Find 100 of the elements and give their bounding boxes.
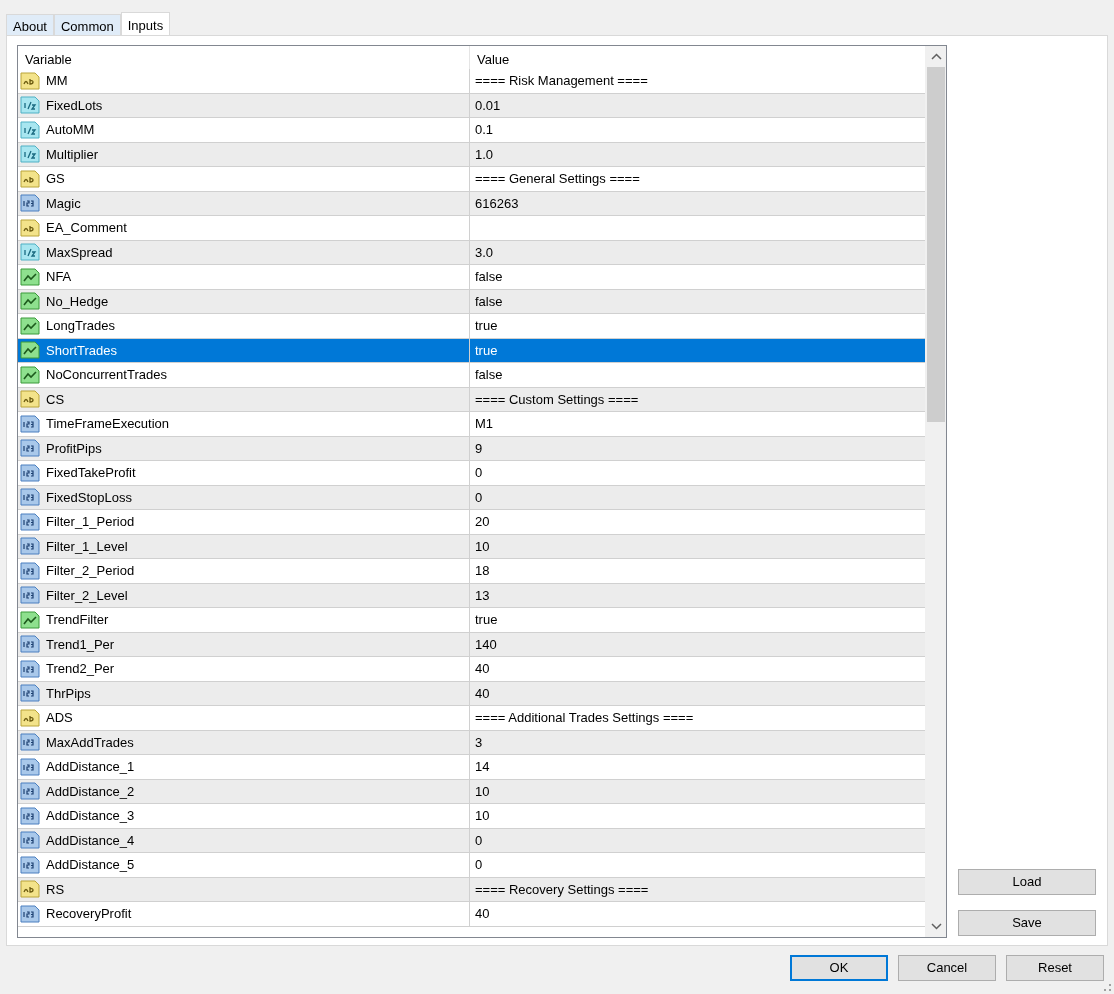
type-icon xyxy=(20,95,40,116)
variable-value: 0 xyxy=(475,831,483,850)
table-row[interactable]: AddDistance_5 0 xyxy=(18,853,925,878)
variable-value: 9 xyxy=(475,439,483,458)
table-row[interactable]: NFA false xyxy=(18,265,925,290)
type-icon xyxy=(20,854,40,875)
variable-name: Filter_2_Period xyxy=(46,562,135,580)
type-icon xyxy=(20,830,40,851)
table-row[interactable]: AddDistance_3 10 xyxy=(18,804,925,829)
variable-value: true xyxy=(475,611,498,629)
type-icon xyxy=(20,732,40,753)
type-icon xyxy=(20,70,40,91)
side-button[interactable]: Load xyxy=(958,869,1096,895)
table-row[interactable]: TimeFrameExecution M1 xyxy=(18,412,925,437)
variable-name: FixedStopLoss xyxy=(46,488,132,507)
table-row[interactable]: RecoveryProfit 40 xyxy=(18,902,925,927)
table-row[interactable]: TrendFilter true xyxy=(18,608,925,633)
table-row[interactable]: Filter_2_Period 18 xyxy=(18,559,925,584)
table-row[interactable]: AutoMM 0.1 xyxy=(18,118,925,143)
table-row[interactable]: EA_Comment xyxy=(18,216,925,241)
variable-value: 40 xyxy=(475,660,490,678)
variable-value: 0.01 xyxy=(475,96,501,115)
type-icon xyxy=(20,389,40,410)
variable-value: false xyxy=(475,366,503,384)
type-icon xyxy=(20,634,40,655)
table-row[interactable]: Filter_2_Level 13 xyxy=(18,583,925,608)
table-row[interactable]: No_Hedge false xyxy=(18,289,925,314)
type-icon xyxy=(20,193,40,214)
table-row[interactable]: GS ==== General Settings ==== xyxy=(18,167,925,192)
variable-name: MM xyxy=(46,72,68,90)
table-row[interactable]: ProfitPips 9 xyxy=(18,436,925,461)
table-row[interactable]: ThrPips 40 xyxy=(18,681,925,706)
table-row[interactable]: LongTrades true xyxy=(18,314,925,339)
variable-name: Magic xyxy=(46,194,81,213)
variable-value: 13 xyxy=(475,586,490,605)
type-icon xyxy=(20,364,40,385)
type-icon xyxy=(20,903,40,924)
table-row[interactable]: Filter_1_Level 10 xyxy=(18,534,925,559)
table-row[interactable]: ShortTrades true xyxy=(18,338,925,363)
variable-name: MaxSpread xyxy=(46,243,113,262)
table-row[interactable]: FixedStopLoss 0 xyxy=(18,485,925,510)
variable-value: 14 xyxy=(475,758,490,776)
variable-value: 10 xyxy=(475,537,490,556)
type-icon xyxy=(20,413,40,434)
variable-name: AddDistance_4 xyxy=(46,831,135,850)
table-row[interactable]: FixedLots 0.01 xyxy=(18,93,925,118)
variable-value: 3.0 xyxy=(475,243,494,262)
table-row[interactable]: MaxSpread 3.0 xyxy=(18,240,925,265)
type-icon xyxy=(20,144,40,165)
table-row[interactable]: AddDistance_2 10 xyxy=(18,779,925,804)
variable-name: RecoveryProfit xyxy=(46,905,132,923)
variable-name: Multiplier xyxy=(46,145,98,164)
dialog-button[interactable]: OK xyxy=(790,955,888,981)
variable-name: NFA xyxy=(46,268,72,286)
type-icon xyxy=(20,511,40,532)
table-row[interactable]: MaxAddTrades 3 xyxy=(18,730,925,755)
dialog-button[interactable]: Cancel xyxy=(898,955,996,981)
variable-value: ==== Custom Settings ==== xyxy=(475,390,639,409)
variable-value: 40 xyxy=(475,684,490,703)
table-row[interactable]: NoConcurrentTrades false xyxy=(18,363,925,388)
variable-value: 616263 xyxy=(475,194,519,213)
type-icon xyxy=(20,119,40,140)
type-icon xyxy=(20,291,40,312)
table-row[interactable]: Magic 616263 xyxy=(18,191,925,216)
table-row[interactable]: RS ==== Recovery Settings ==== xyxy=(18,877,925,902)
side-button[interactable]: Save xyxy=(958,910,1096,936)
variable-name: Trend2_Per xyxy=(46,660,115,678)
table-row[interactable]: AddDistance_4 0 xyxy=(18,828,925,853)
table-row[interactable]: ADS ==== Additional Trades Settings ==== xyxy=(18,706,925,731)
variable-value: false xyxy=(475,292,503,311)
table-row[interactable]: AddDistance_1 14 xyxy=(18,755,925,780)
variable-value: ==== Additional Trades Settings ==== xyxy=(475,709,694,727)
variable-name: ADS xyxy=(46,709,73,727)
variable-name: EA_Comment xyxy=(46,219,127,237)
type-icon xyxy=(20,756,40,777)
table-row[interactable]: Trend1_Per 140 xyxy=(18,632,925,657)
resize-grip-icon[interactable] xyxy=(1104,984,1112,992)
table-row[interactable]: MM ==== Risk Management ==== xyxy=(18,69,925,94)
variable-name: NoConcurrentTrades xyxy=(46,366,167,384)
dialog-button[interactable]: Reset xyxy=(1006,955,1104,981)
type-icon xyxy=(20,781,40,802)
variable-name: AutoMM xyxy=(46,121,95,139)
table-row[interactable]: FixedTakeProfit 0 xyxy=(18,461,925,486)
table-row[interactable]: Filter_1_Period 20 xyxy=(18,510,925,535)
table-row[interactable]: CS ==== Custom Settings ==== xyxy=(18,387,925,412)
scroll-thumb[interactable] xyxy=(927,67,945,422)
type-icon xyxy=(20,879,40,900)
table-row[interactable]: Trend2_Per 40 xyxy=(18,657,925,682)
variable-value: 140 xyxy=(475,635,497,654)
type-icon xyxy=(20,487,40,508)
table-row[interactable]: Multiplier 1.0 xyxy=(18,142,925,167)
variable-value: 0 xyxy=(475,856,483,874)
variable-value: 0.1 xyxy=(475,121,494,139)
variable-name: MaxAddTrades xyxy=(46,733,134,752)
tab[interactable]: Common xyxy=(54,14,121,35)
variable-name: Filter_1_Level xyxy=(46,537,128,556)
tab[interactable]: Inputs xyxy=(120,12,171,35)
tab[interactable]: About xyxy=(6,14,54,35)
variable-value: 10 xyxy=(475,807,490,825)
variable-value: 0 xyxy=(475,464,483,482)
